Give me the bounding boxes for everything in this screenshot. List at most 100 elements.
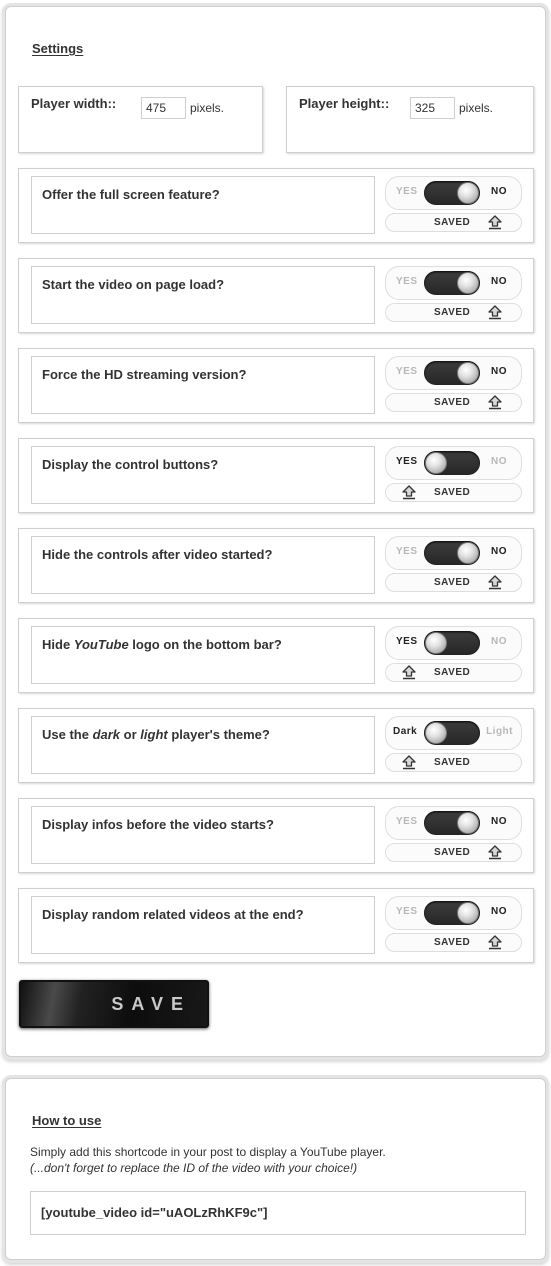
toggle-knob[interactable]: [457, 182, 479, 204]
settings-title: Settings: [32, 41, 84, 56]
up-arrow-icon: [401, 665, 417, 680]
toggle-right-label[interactable]: NO: [491, 816, 507, 827]
toggle-left-label[interactable]: YES: [396, 636, 418, 647]
player-width-input[interactable]: [141, 97, 186, 119]
toggle-knob[interactable]: [457, 272, 479, 294]
saved-label: SAVED: [434, 757, 471, 768]
toggle-track[interactable]: [424, 631, 480, 655]
saved-status: SAVED: [385, 393, 522, 412]
toggle-knob[interactable]: [457, 812, 479, 834]
player-width-box: Player width:: pixels.: [18, 86, 263, 153]
option-question-part: logo on the bottom bar?: [128, 637, 282, 652]
toggle-track[interactable]: [424, 361, 480, 385]
toggle-track[interactable]: [424, 811, 480, 835]
saved-status: SAVED: [385, 573, 522, 592]
toggle-right-label[interactable]: NO: [491, 366, 507, 377]
option-question-text: Start the video on page load?: [42, 277, 225, 292]
option-question-text: Display infos before the video starts?: [42, 817, 274, 832]
toggle-knob[interactable]: [425, 722, 447, 744]
save-button[interactable]: SAVE: [19, 980, 209, 1028]
option-row: Display random related videos at the end…: [18, 888, 534, 963]
saved-status: SAVED: [385, 663, 522, 682]
player-height-unit: pixels.: [459, 101, 494, 115]
settings-panel: Settings Player width:: pixels. Player h…: [5, 6, 546, 1057]
toggle-track[interactable]: [424, 541, 480, 565]
toggle-left-label[interactable]: YES: [396, 546, 418, 557]
toggle-track[interactable]: [424, 271, 480, 295]
saved-status: SAVED: [385, 213, 522, 232]
toggle-switch[interactable]: YES NO: [385, 176, 522, 210]
player-width-label: Player width::: [31, 96, 117, 111]
option-row: Use the dark or light player's theme? Dar…: [18, 708, 534, 783]
toggle-left-label[interactable]: YES: [396, 456, 418, 467]
option-question: Display the control buttons?: [31, 446, 375, 504]
player-height-box: Player height:: pixels.: [286, 86, 534, 153]
option-row: Hide the controls after video started? YE…: [18, 528, 534, 603]
toggle-knob[interactable]: [457, 902, 479, 924]
howto-title: How to use: [32, 1113, 102, 1128]
toggle-right-label[interactable]: NO: [491, 186, 507, 197]
toggle-left-label[interactable]: YES: [396, 276, 418, 287]
player-height-input[interactable]: [410, 97, 455, 119]
option-question-part: Hide: [42, 637, 74, 652]
howto-panel: How to use Simply add this shortcode in …: [5, 1078, 546, 1260]
toggle-knob[interactable]: [425, 632, 447, 654]
saved-label: SAVED: [434, 307, 471, 318]
player-width-unit: pixels.: [190, 101, 225, 115]
toggle-right-label[interactable]: Light: [486, 726, 513, 737]
saved-status: SAVED: [385, 483, 522, 502]
saved-status: SAVED: [385, 753, 522, 772]
toggle-track[interactable]: [424, 181, 480, 205]
toggle-switch[interactable]: YES NO: [385, 536, 522, 570]
toggle-switch[interactable]: YES NO: [385, 446, 522, 480]
toggle-track[interactable]: [424, 451, 480, 475]
option-question-part: or: [120, 727, 141, 742]
toggle-switch[interactable]: YES NO: [385, 806, 522, 840]
saved-label: SAVED: [434, 397, 471, 408]
toggle-track[interactable]: [424, 721, 480, 745]
toggle-knob[interactable]: [457, 542, 479, 564]
toggle-switch[interactable]: Dark Light: [385, 716, 522, 750]
toggle-left-label[interactable]: YES: [396, 816, 418, 827]
toggle-switch[interactable]: YES NO: [385, 896, 522, 930]
save-button-label: SAVE: [111, 994, 191, 1014]
toggle-knob[interactable]: [425, 452, 447, 474]
toggle-right-label[interactable]: NO: [491, 906, 507, 917]
toggle-right-label[interactable]: NO: [491, 456, 507, 467]
up-arrow-icon: [487, 395, 503, 410]
toggle-left-label[interactable]: YES: [396, 906, 418, 917]
toggle-track[interactable]: [424, 901, 480, 925]
toggle-switch[interactable]: YES NO: [385, 356, 522, 390]
toggle-knob[interactable]: [457, 362, 479, 384]
toggle-left-label[interactable]: Dark: [393, 726, 417, 737]
option-question-text: Force the HD streaming version?: [42, 367, 247, 382]
option-question-text: Hide the controls after video started?: [42, 547, 273, 562]
toggle-left-label[interactable]: YES: [396, 366, 418, 377]
option-question-part: dark: [92, 727, 121, 742]
option-row: Start the video on page load? YES NO SAVED: [18, 258, 534, 333]
option-row: Offer the full screen feature? YES NO SAVED: [18, 168, 534, 243]
option-question-text: Display the control buttons?: [42, 457, 219, 472]
option-question-part: light: [140, 727, 168, 742]
toggle-switch[interactable]: YES NO: [385, 626, 522, 660]
saved-label: SAVED: [434, 937, 471, 948]
option-question-part: YouTube: [73, 637, 129, 652]
option-question-text: Display random related videos at the end…: [42, 907, 304, 922]
up-arrow-icon: [401, 755, 417, 770]
toggle-right-label[interactable]: NO: [491, 276, 507, 287]
toggle-right-label[interactable]: NO: [491, 546, 507, 557]
saved-label: SAVED: [434, 667, 471, 678]
shortcode-box[interactable]: [youtube_video id="uAOLzRhKF9c"]: [30, 1191, 526, 1235]
option-row: Hide YouTube logo on the bottom bar? YES N…: [18, 618, 534, 693]
up-arrow-icon: [487, 845, 503, 860]
option-question: Use the dark or light player's theme?: [31, 716, 375, 774]
saved-label: SAVED: [434, 217, 471, 228]
saved-label: SAVED: [434, 577, 471, 588]
toggle-left-label[interactable]: YES: [396, 186, 418, 197]
howto-line-2: (...don't forget to replace the ID of th…: [30, 1161, 358, 1175]
saved-status: SAVED: [385, 933, 522, 952]
option-question: Display random related videos at the end…: [31, 896, 375, 954]
option-question: Hide YouTube logo on the bottom bar?: [31, 626, 375, 684]
toggle-right-label[interactable]: NO: [491, 636, 507, 647]
toggle-switch[interactable]: YES NO: [385, 266, 522, 300]
